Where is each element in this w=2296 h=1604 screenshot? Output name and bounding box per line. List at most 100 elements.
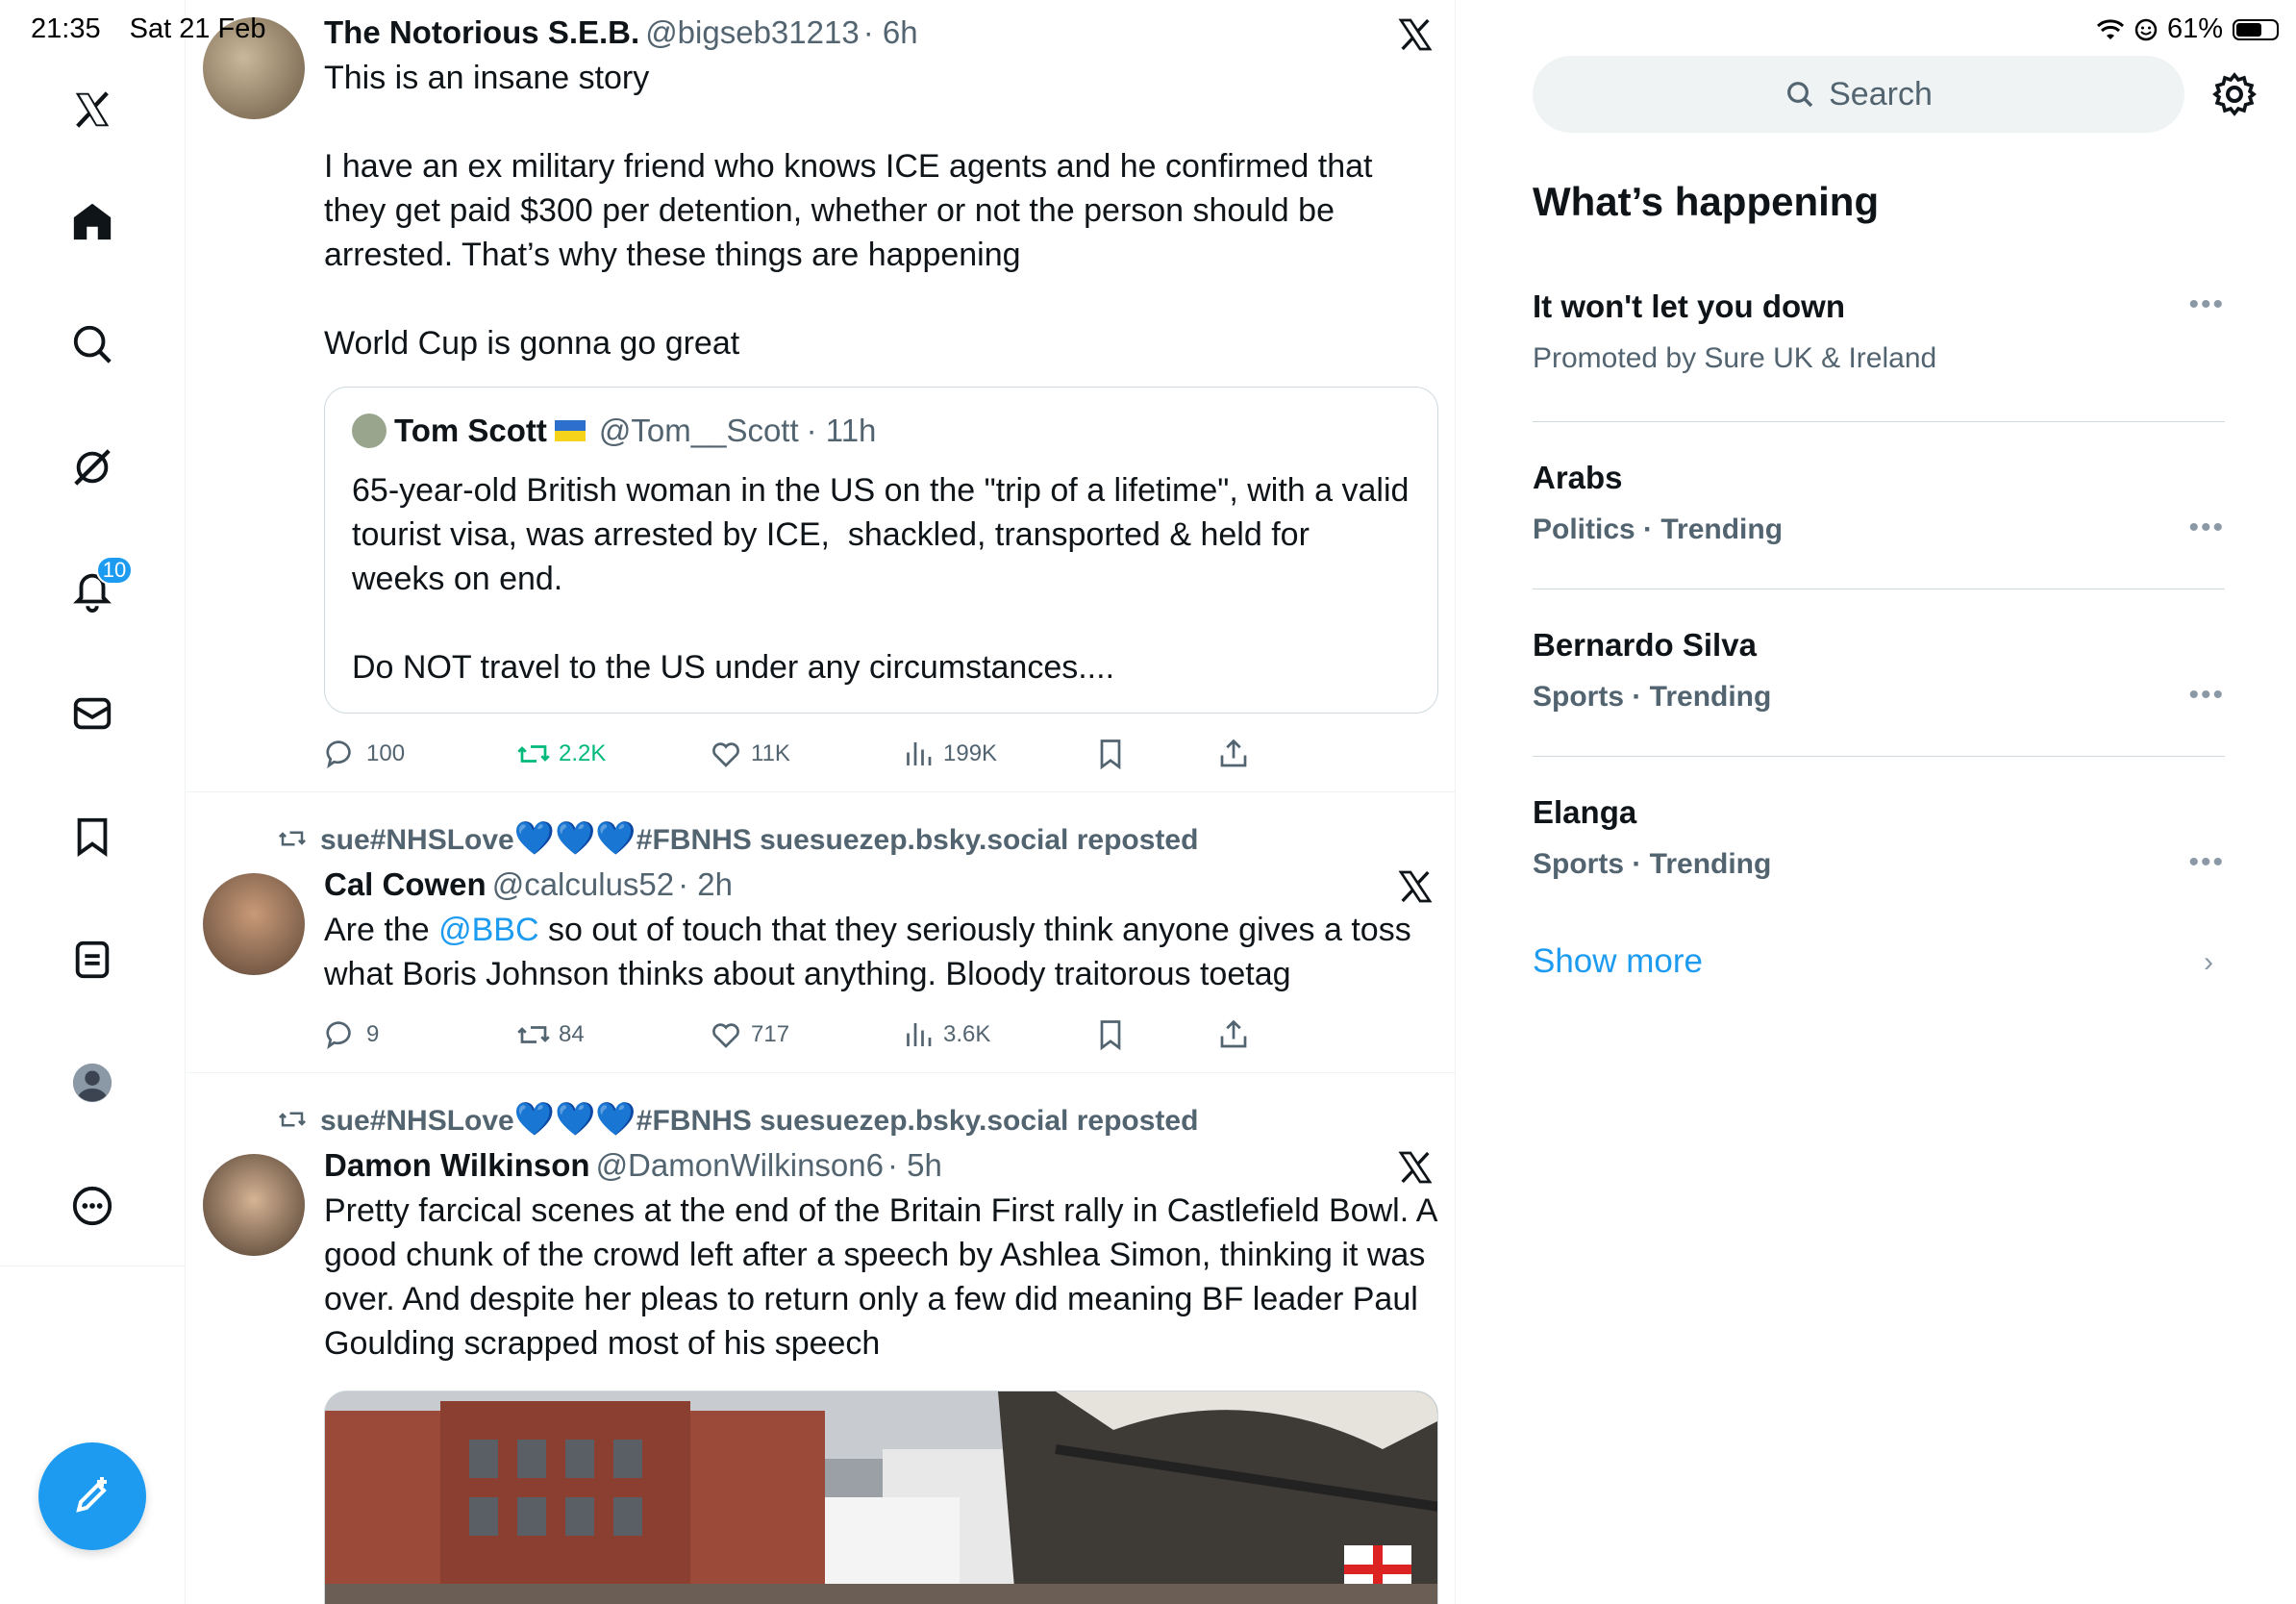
focus-smiley-icon (2134, 18, 2158, 40)
reply-button[interactable]: 9 (324, 1017, 379, 1052)
more-options-icon[interactable]: ••• (2188, 288, 2225, 321)
compose-icon (76, 1477, 107, 1513)
bookmark-button[interactable] (1093, 1017, 1128, 1052)
repost-icon (278, 831, 307, 846)
blue-heart-icon: 💙💙💙 (513, 1101, 636, 1138)
views-icon (907, 742, 932, 765)
timeline-feed: The Notorious S.E.B. @bigseb31213 · 6h Thi… (186, 0, 1456, 1604)
repost-user-name: sue#NHSLove (320, 1105, 514, 1137)
wifi-icon (2096, 18, 2124, 39)
trend-meta: Promoted by Sure UK & Ireland (1533, 342, 1937, 374)
author-name[interactable]: The Notorious S.E.B. (324, 14, 639, 50)
tweet-text: Are the @BBC so out of touch that they s… (324, 908, 1438, 996)
views-button[interactable]: 3.6K (901, 1017, 990, 1052)
quoted-tweet[interactable]: Tom Scott @Tom__Scott · 11h 65-year-old … (324, 387, 1438, 714)
trend-item[interactable]: It won't let you down Promoted by Sure U… (1533, 288, 2225, 375)
trend-divider (1533, 421, 2225, 422)
repost-user-suffix: #FBNHS suesuezep.bsky.social reposted (636, 824, 1199, 856)
tweet-header: Damon Wilkinson @DamonWilkinson6 · 5h (324, 1146, 1438, 1185)
bookmark-icon (1100, 739, 1121, 770)
trend-title: It won't let you down (1533, 288, 1845, 324)
quoted-author-handle: @Tom__Scott (598, 413, 799, 448)
repost-attribution[interactable]: sue#NHSLove💙💙💙#FBNHS suesuezep.bsky.soci… (278, 1100, 1198, 1139)
author-handle[interactable]: @bigseb31213 (645, 14, 860, 50)
tweet[interactable]: The Notorious S.E.B. @bigseb31213 · 6h Thi… (186, 0, 1455, 792)
trend-item[interactable]: Arabs Politics · Trending ••• (1533, 460, 2225, 546)
bookmark-icon[interactable] (58, 802, 127, 871)
tweet-header: The Notorious S.E.B. @bigseb31213 · 6h (324, 13, 1438, 52)
author-name[interactable]: Cal Cowen (324, 866, 487, 902)
like-button[interactable]: 11K (709, 737, 790, 771)
trend-meta: Sports · Trending (1533, 848, 1772, 880)
more-options-icon[interactable]: ••• (2188, 846, 2225, 879)
heart-icon (712, 742, 739, 767)
more-options-icon[interactable]: ••• (2188, 679, 2225, 712)
reply-button[interactable]: 100 (324, 737, 405, 771)
quoted-tweet-text: 65-year-old British woman in the US on t… (352, 472, 1410, 686)
repost-button[interactable]: 2.2K (516, 737, 606, 771)
author-name[interactable]: Damon Wilkinson (324, 1147, 590, 1183)
search-input[interactable]: Search (1533, 56, 2184, 133)
repost-icon (278, 1112, 307, 1127)
more-options-icon[interactable]: ••• (2188, 512, 2225, 544)
home-icon[interactable] (58, 187, 127, 256)
show-more-link[interactable]: Show more (1533, 942, 1703, 981)
reply-icon (326, 1021, 351, 1050)
views-button[interactable]: 199K (901, 737, 997, 771)
trend-title: Arabs (1533, 460, 1623, 495)
share-button[interactable] (1216, 1017, 1251, 1052)
repost-attribution[interactable]: sue#NHSLove💙💙💙#FBNHS suesuezep.bsky.soci… (278, 819, 1198, 858)
reply-count: 100 (366, 740, 406, 766)
repost-button[interactable]: 84 (516, 1017, 585, 1052)
tweet-time: · 6h (862, 14, 918, 50)
status-time: 21:35 (31, 13, 101, 44)
repost-count: 84 (559, 1021, 585, 1047)
share-button[interactable] (1216, 737, 1251, 771)
author-handle[interactable]: @calculus52 (492, 866, 674, 902)
tweet[interactable]: sue#NHSLove💙💙💙#FBNHS suesuezep.bsky.soci… (186, 1073, 1455, 1604)
status-date: Sat 21 Feb (129, 13, 266, 44)
whats-happening-title: What’s happening (1533, 179, 1880, 224)
search-icon[interactable] (58, 310, 127, 379)
mention-link[interactable]: @BBC (438, 912, 538, 948)
quoted-tweet-time: · 11h (806, 413, 877, 448)
like-button[interactable]: 717 (709, 1017, 789, 1052)
quoted-author-name: Tom Scott (394, 413, 547, 448)
notifications-bell-icon[interactable]: 10 (58, 556, 133, 625)
tweet[interactable]: sue#NHSLove💙💙💙#FBNHS suesuezep.bsky.soci… (186, 792, 1455, 1073)
quoted-avatar (352, 414, 387, 448)
tweet-text: This is an insane story I have an ex mil… (324, 60, 1373, 362)
notifications-badge: 10 (96, 556, 133, 585)
quoted-tweet-header: Tom Scott @Tom__Scott · 11h (352, 413, 876, 449)
left-nav: 10 (0, 0, 186, 1604)
tweet-header: Cal Cowen @calculus52 · 2h (324, 865, 1438, 904)
compose-button[interactable] (38, 1442, 146, 1550)
trend-item[interactable]: Elanga Sports · Trending ••• (1533, 794, 2225, 881)
x-logo-icon[interactable] (58, 75, 127, 144)
repost-count: 2.2K (559, 740, 607, 766)
trend-meta: Politics · Trending (1533, 514, 1784, 545)
x-logo-icon (1398, 18, 1433, 51)
tweet-text-start: Are the (324, 912, 439, 948)
profile-icon[interactable] (58, 1048, 127, 1117)
lists-icon[interactable] (58, 925, 127, 994)
avatar[interactable] (203, 873, 305, 975)
settings-gear-icon[interactable] (2211, 71, 2258, 117)
bookmark-button[interactable] (1093, 737, 1128, 771)
mail-icon[interactable] (58, 679, 127, 748)
search-placeholder: Search (1829, 75, 1933, 113)
avatar[interactable] (203, 1154, 305, 1256)
tweet-text: Pretty farcical scenes at the end of the… (324, 1192, 1445, 1362)
reply-count: 9 (366, 1021, 380, 1047)
x-logo-icon (1398, 1151, 1433, 1184)
trend-item[interactable]: Bernardo Silva Sports · Trending ••• (1533, 627, 2225, 714)
grok-icon[interactable] (58, 433, 127, 502)
view-count: 199K (943, 740, 998, 766)
more-icon[interactable] (58, 1171, 127, 1241)
views-icon (907, 1023, 932, 1046)
repost-icon (517, 1026, 550, 1043)
author-handle[interactable]: @DamonWilkinson6 (596, 1147, 884, 1183)
tweet-actions: 9 84 717 3.6K (324, 1017, 1430, 1056)
tweet-media-image[interactable] (324, 1391, 1438, 1604)
trend-title: Bernardo Silva (1533, 627, 1757, 663)
